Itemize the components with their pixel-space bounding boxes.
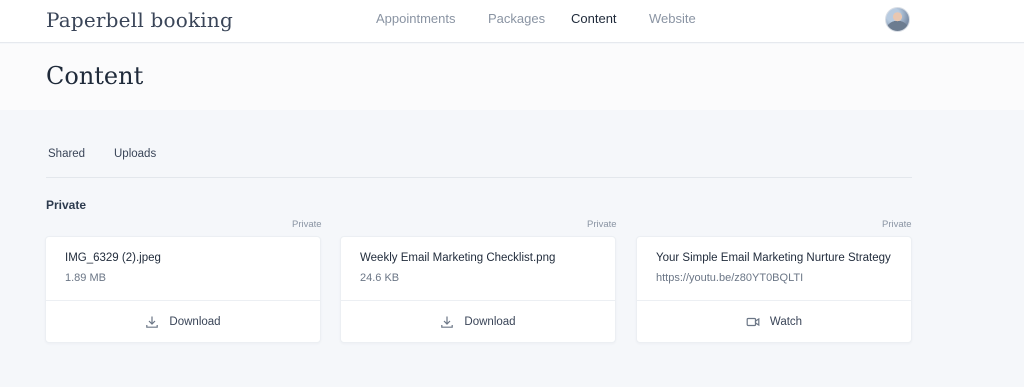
card-privacy-tag: Private <box>882 219 912 230</box>
tab-uploads[interactable]: Uploads <box>114 148 156 160</box>
card-video-link[interactable]: https://youtu.be/z80YT0BQLTI <box>656 272 803 284</box>
content-card: IMG_6329 (2).jpeg 1.89 MB Download <box>45 236 321 343</box>
nav-item-packages[interactable]: Packages <box>488 11 545 26</box>
download-icon <box>145 315 159 329</box>
page-title: Content <box>46 62 144 90</box>
nav-item-appointments[interactable]: Appointments <box>376 11 456 26</box>
top-navigation-bar: Paperbell booking Appointments Packages … <box>0 0 1024 43</box>
brand-logo-text[interactable]: Paperbell booking <box>46 8 233 32</box>
card-file-size: 1.89 MB <box>65 272 106 284</box>
download-label: Download <box>169 316 221 328</box>
card-file-size: 24.6 KB <box>360 272 400 284</box>
content-card: Your Simple Email Marketing Nurture Stra… <box>636 236 912 343</box>
download-icon <box>440 315 454 329</box>
download-label: Download <box>464 316 516 328</box>
nav-item-website[interactable]: Website <box>649 11 696 26</box>
tabs-divider <box>46 177 912 178</box>
card-title: IMG_6329 (2).jpeg <box>65 252 161 264</box>
section-heading-private: Private <box>46 198 87 212</box>
user-avatar[interactable] <box>885 7 910 32</box>
download-button[interactable]: Download <box>46 301 320 343</box>
tab-shared[interactable]: Shared <box>48 148 85 160</box>
download-button[interactable]: Download <box>341 301 615 343</box>
card-privacy-tag: Private <box>292 219 322 230</box>
watch-button[interactable]: Watch <box>637 301 911 343</box>
watch-label: Watch <box>769 316 803 328</box>
nav-item-content[interactable]: Content <box>571 11 617 26</box>
card-title: Weekly Email Marketing Checklist.png <box>360 252 556 264</box>
content-card: Weekly Email Marketing Checklist.png 24.… <box>340 236 616 343</box>
page-header <box>0 44 1024 110</box>
card-privacy-tag: Private <box>587 219 617 230</box>
video-icon <box>746 315 760 329</box>
card-title: Your Simple Email Marketing Nurture Stra… <box>656 252 891 264</box>
